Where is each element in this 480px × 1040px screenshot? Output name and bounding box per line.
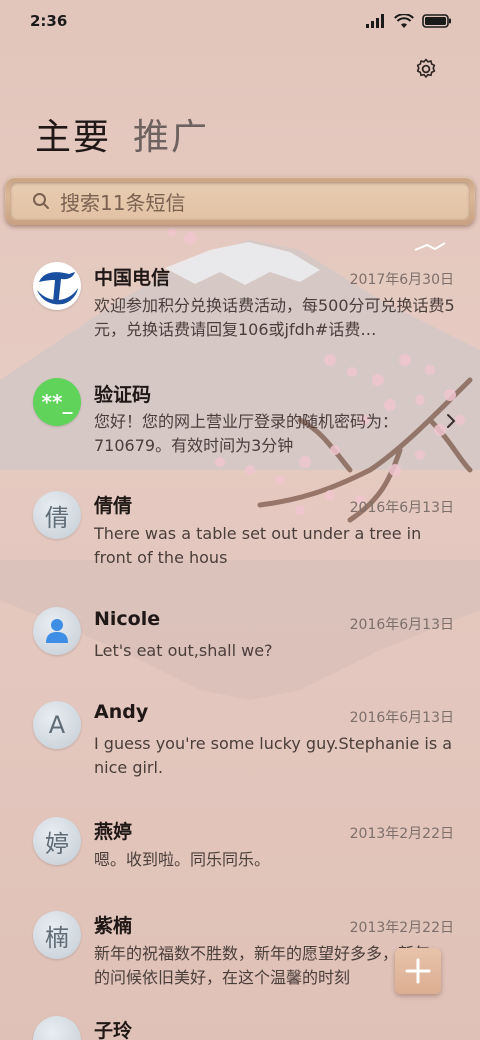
person-icon bbox=[46, 619, 68, 643]
status-bar: 2:36 bbox=[0, 0, 480, 42]
settings-button[interactable] bbox=[412, 55, 440, 83]
conversation-item[interactable]: 子玲 bbox=[0, 1012, 480, 1040]
message-date: 2013年2月22日 bbox=[349, 826, 454, 842]
status-icons bbox=[366, 13, 452, 29]
contact-name: 验证码 bbox=[94, 384, 152, 406]
message-preview: Let's eat out,shall we? bbox=[94, 641, 273, 660]
conversation-item[interactable]: A Andy 2016年6月13日 I guess you're some lu… bbox=[0, 692, 480, 808]
battery-icon bbox=[422, 14, 451, 28]
conversation-item[interactable]: 婷 燕婷 2013年2月22日 嗯。收到啦。同乐同乐。 bbox=[0, 808, 480, 902]
china-telecom-logo-icon bbox=[34, 263, 80, 309]
tab-primary[interactable]: 主要 bbox=[35, 108, 111, 160]
message-date: 2017年6月30日 bbox=[349, 272, 454, 288]
tab-bar: 主要 推广 bbox=[35, 108, 209, 160]
search-field[interactable]: 搜索11条短信 bbox=[10, 182, 470, 220]
search-bar[interactable]: 搜索11条短信 bbox=[5, 177, 475, 225]
wifi-icon bbox=[394, 13, 414, 28]
avatar bbox=[33, 607, 81, 655]
message-preview: There was a table set out under a tree i… bbox=[94, 524, 422, 567]
new-message-button[interactable] bbox=[395, 948, 441, 994]
contact-name: 子玲 bbox=[94, 1020, 133, 1040]
avatar: 婷 bbox=[33, 817, 81, 865]
contact-name: Andy bbox=[94, 701, 149, 723]
verification-code-icon: **_ bbox=[33, 378, 81, 426]
conversation-list: 中国电信 2017年6月30日 欢迎参加积分兑换话费活动，每500分可兑换话费5… bbox=[0, 245, 480, 1040]
chevron-right-icon bbox=[447, 414, 456, 428]
conversation-item[interactable]: 倩 倩倩 2016年6月13日 There was a table set ou… bbox=[0, 481, 480, 598]
contact-name: 燕婷 bbox=[94, 821, 133, 843]
tab-promotions[interactable]: 推广 bbox=[133, 108, 209, 160]
conversation-item[interactable]: **_ 验证码 您好！您的网上营业厅登录的随机密码为：710679。有效时间为3… bbox=[0, 363, 480, 481]
conversation-item[interactable]: Nicole 2016年6月13日 Let's eat out,shall we… bbox=[0, 598, 480, 692]
avatar bbox=[33, 1016, 81, 1040]
message-preview: I guess you're some lucky guy.Stephanie … bbox=[94, 734, 453, 777]
avatar: 倩 bbox=[33, 491, 81, 539]
gear-icon bbox=[416, 58, 436, 78]
contact-name: 紫楠 bbox=[94, 915, 133, 937]
search-placeholder: 搜索11条短信 bbox=[60, 190, 186, 215]
conversation-item[interactable]: 中国电信 2017年6月30日 欢迎参加积分兑换话费活动，每500分可兑换话费5… bbox=[0, 245, 480, 363]
message-preview: 新年的祝福数不胜数，新年的愿望好多多，新年的问候依旧美好，在这个温馨的时刻 bbox=[94, 944, 431, 987]
status-time: 2:36 bbox=[30, 12, 68, 30]
message-preview: 嗯。收到啦。同乐同乐。 bbox=[94, 850, 271, 869]
plus-icon bbox=[405, 958, 431, 984]
avatar: A bbox=[33, 701, 81, 749]
message-date: 2016年6月13日 bbox=[349, 710, 454, 726]
message-date: 2013年2月22日 bbox=[349, 920, 454, 936]
avatar: 楠 bbox=[33, 911, 81, 959]
contact-name: Nicole bbox=[94, 608, 161, 630]
cellular-signal-icon bbox=[366, 14, 384, 28]
search-icon bbox=[33, 193, 49, 209]
message-preview: 您好！您的网上营业厅登录的随机密码为：710679。有效时间为3分钟 bbox=[94, 412, 399, 455]
contact-name: 倩倩 bbox=[94, 495, 133, 517]
contact-name: 中国电信 bbox=[94, 267, 171, 289]
avatar bbox=[33, 262, 81, 310]
message-date: 2016年6月13日 bbox=[349, 617, 454, 633]
message-date: 2016年6月13日 bbox=[349, 500, 454, 516]
message-preview: 欢迎参加积分兑换话费活动，每500分可兑换话费5元，兑换话费请回复106或jfd… bbox=[94, 296, 455, 339]
